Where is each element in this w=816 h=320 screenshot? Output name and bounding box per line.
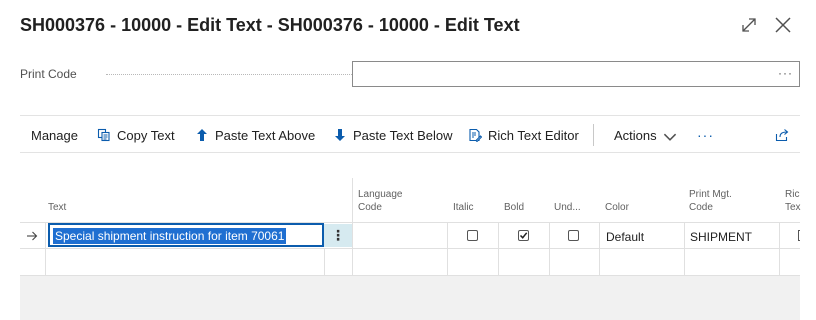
close-icon[interactable] [772,14,794,36]
action-bar: Manage Copy Text Paste Text Above Paste … [20,115,800,153]
row-divider [20,248,800,249]
actions-menu-button[interactable]: Actions [614,116,679,154]
grid-empty-area [20,276,800,320]
rich-text-editor-label: Rich Text Editor [488,127,579,143]
col-divider [498,222,499,275]
col-divider [599,222,600,275]
arrow-down-icon [333,128,347,142]
action-separator [593,124,594,146]
paste-text-above-button[interactable]: Paste Text Above [195,116,315,154]
print-mgt-code-cell[interactable]: SHIPMENT [690,230,752,244]
manage-label: Manage [31,127,78,143]
paste-text-below-button[interactable]: Paste Text Below [333,116,452,154]
actions-label: Actions [614,127,657,143]
col-header-italic[interactable]: Italic [453,201,474,214]
col-divider [45,222,46,275]
share-icon [775,128,789,142]
print-code-lookup-button[interactable]: ··· [778,66,793,80]
rich-text-editor-icon [468,128,482,142]
more-actions-button[interactable]: ··· [697,116,714,154]
bold-checkbox[interactable] [518,230,529,241]
manage-button[interactable]: Manage [31,116,78,154]
page-title: SH000376 - 10000 - Edit Text - SH000376 … [20,15,520,35]
copy-text-label: Copy Text [117,127,175,143]
col-header-print-mgt-line1: Print Mgt. [689,189,732,200]
col-header-underline[interactable]: Und... [554,201,581,214]
italic-checkbox[interactable] [467,230,478,241]
rich-text-editor-button[interactable]: Rich Text Editor [468,116,579,154]
col-header-print-mgt-code[interactable]: Print Mgt. Code [689,188,732,214]
col-header-bold[interactable]: Bold [504,201,524,214]
arrow-up-icon [195,128,209,142]
col-header-rich-text-line1: Ric [785,189,800,200]
row-actions-menu-button[interactable]: ⋮ [324,224,352,247]
col-header-print-mgt-line2: Code [689,202,713,213]
col-divider [549,222,550,275]
copy-text-button[interactable]: Copy Text [97,116,175,154]
print-code-leader [106,74,362,75]
col-header-rich-text-line2: Tex [785,202,801,213]
col-divider [779,222,780,275]
col-header-language-code[interactable]: Language Code [358,188,403,214]
col-divider [447,222,448,275]
col-divider [324,248,325,275]
print-code-input[interactable]: ··· [352,61,800,87]
share-button[interactable] [775,116,795,154]
copy-icon [97,128,111,142]
paste-text-below-label: Paste Text Below [353,127,453,143]
print-code-label: Print Code [20,67,77,81]
col-header-language-code-line2: Code [358,202,382,213]
text-cell-input[interactable]: Special shipment instruction for item 70… [48,223,324,247]
col-divider [352,178,353,275]
color-cell[interactable]: Default [606,230,644,244]
col-header-color[interactable]: Color [605,201,629,214]
chevron-down-icon [663,130,676,141]
expand-icon[interactable] [738,14,760,36]
current-row-arrow-icon [26,229,38,241]
paste-text-above-label: Paste Text Above [215,127,316,143]
rich-text-checkbox[interactable] [798,230,800,241]
text-cell-value: Special shipment instruction for item 70… [53,228,287,244]
col-header-text[interactable]: Text [48,201,66,214]
col-header-rich-text[interactable]: Ric Tex [785,188,801,214]
print-code-field: Print Code ··· [20,61,800,87]
col-header-language-code-line1: Language [358,189,403,200]
underline-checkbox[interactable] [568,230,579,241]
col-divider [684,222,685,275]
